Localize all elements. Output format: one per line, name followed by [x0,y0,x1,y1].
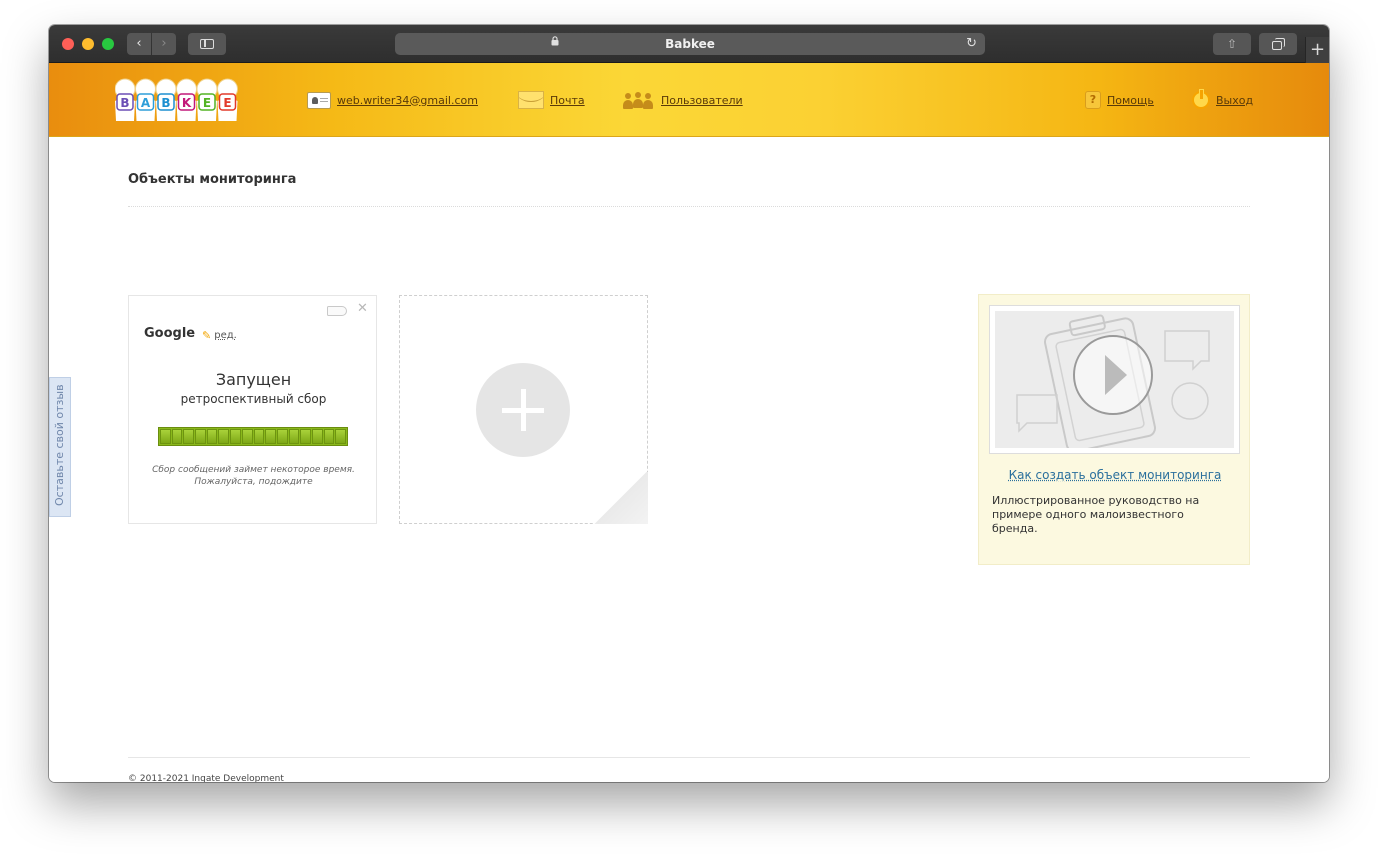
lock-icon [551,33,559,55]
mail-link[interactable]: Почта [518,63,585,137]
footer-divider [128,757,1250,758]
progress-segment [276,429,288,444]
browser-toolbar: ‹ › Babkee ↻ ⇧ + [49,25,1329,63]
add-monitoring-object-card[interactable] [399,295,648,524]
title-divider [128,206,1250,207]
logo-letter: B [155,78,177,121]
page-title-tab: Babkee [665,37,715,51]
edit-link[interactable]: ✎ ред. [202,329,237,342]
progress-segment [218,429,230,444]
site-header: BABKEE web.writer34@gmail.com Почта Поль… [49,63,1329,137]
progress-segment [241,429,253,444]
minimize-window-button[interactable] [82,38,94,50]
logo-letter: E [196,78,218,121]
logout-link[interactable]: Выход [1192,63,1253,137]
babkee-logo[interactable]: BABKEE [115,77,239,125]
progress-segment [311,429,323,444]
guide-link[interactable]: Как создать объект мониторинга [979,468,1251,482]
sidebar-toggle-button[interactable] [188,33,226,55]
users-link[interactable]: Пользователи [621,63,743,137]
page-title: Объекты мониторинга [128,172,297,187]
chevron-right-icon: › [161,36,167,51]
video-preview [995,311,1234,448]
help-link-label[interactable]: Помощь [1107,94,1154,107]
svg-text:B: B [120,96,129,110]
footer-copyright: © 2011-2021 Ingate Development [128,774,284,782]
forward-button[interactable]: › [152,33,176,55]
new-tab-button[interactable]: + [1305,37,1329,63]
guide-link-label[interactable]: Как создать объект мониторинга [1009,468,1222,482]
close-window-button[interactable] [62,38,74,50]
address-bar[interactable]: Babkee ↻ [395,33,985,55]
video-thumbnail[interactable] [989,305,1240,454]
pencil-icon: ✎ [202,329,212,342]
plus-icon[interactable] [476,363,570,457]
feedback-tab[interactable]: Оставьте свой отзыв [49,377,71,517]
main-content: Объекты мониторинга Оставьте свой отзыв … [49,137,1329,782]
progress-bar [158,427,348,446]
back-button[interactable]: ‹ [127,33,151,55]
reload-icon[interactable]: ↻ [966,33,977,55]
monitoring-object-card[interactable]: ✕ Google ✎ ред. Запущен ретроспективный … [128,295,377,524]
progress-segment [253,429,265,444]
users-icon [621,91,655,109]
status-note: Сбор сообщений займет некоторое время. П… [152,465,355,487]
play-icon[interactable] [1073,335,1153,415]
tabs-icon-back [1275,38,1285,47]
guide-description: Иллюстрированное руководство на примере … [992,494,1200,535]
progress-segment [195,429,206,444]
browser-window: ‹ › Babkee ↻ ⇧ + BABKEE web.writer34@gma… [49,25,1329,782]
progress-segment [300,429,311,444]
account-link[interactable]: web.writer34@gmail.com [307,63,478,137]
share-icon: ⇧ [1226,37,1238,51]
tag-icon[interactable] [327,306,347,316]
close-icon[interactable]: ✕ [357,301,368,317]
show-tabs-button[interactable] [1259,33,1297,55]
progress-segment [160,429,171,444]
page-fold [594,472,648,524]
status-subtext: ретроспективный сбор [180,392,327,406]
account-email-link[interactable]: web.writer34@gmail.com [337,94,478,107]
logo-letter: K [176,78,197,121]
chevron-left-icon: ‹ [136,36,142,51]
sidebar-icon [200,39,214,49]
share-button[interactable]: ⇧ [1213,33,1251,55]
zoom-window-button[interactable] [102,38,114,50]
envelope-icon [518,91,544,109]
status-text: Запущен [215,370,292,389]
progress-segment [183,429,195,444]
svg-text:K: K [182,96,192,110]
plus-icon: + [1309,39,1326,60]
progress-segment [288,429,300,444]
svg-text:A: A [141,96,151,110]
svg-text:E: E [223,96,231,110]
logout-link-label[interactable]: Выход [1216,94,1253,107]
guide-panel: Как создать объект мониторинга Иллюстрир… [978,294,1250,565]
logo-letter: E [217,78,238,121]
monitoring-object-name: Google [144,326,196,341]
logo-letter: B [115,78,136,121]
help-link[interactable]: ? Помощь [1085,63,1154,137]
id-card-icon [307,91,331,109]
progress-segment [323,429,335,444]
progress-segment [206,429,218,444]
progress-segment [335,429,346,444]
power-icon [1192,89,1210,109]
mail-link-label[interactable]: Почта [550,94,585,107]
help-icon: ? [1085,91,1101,109]
feedback-label: Оставьте свой отзыв [53,384,66,506]
progress-segment [230,429,241,444]
svg-text:B: B [161,96,170,110]
edit-link-label[interactable]: ред. [214,330,237,341]
users-link-label[interactable]: Пользователи [661,94,743,107]
svg-text:E: E [203,96,211,110]
progress-segment [171,429,183,444]
logo-letter: A [135,78,156,121]
progress-segment [265,429,276,444]
